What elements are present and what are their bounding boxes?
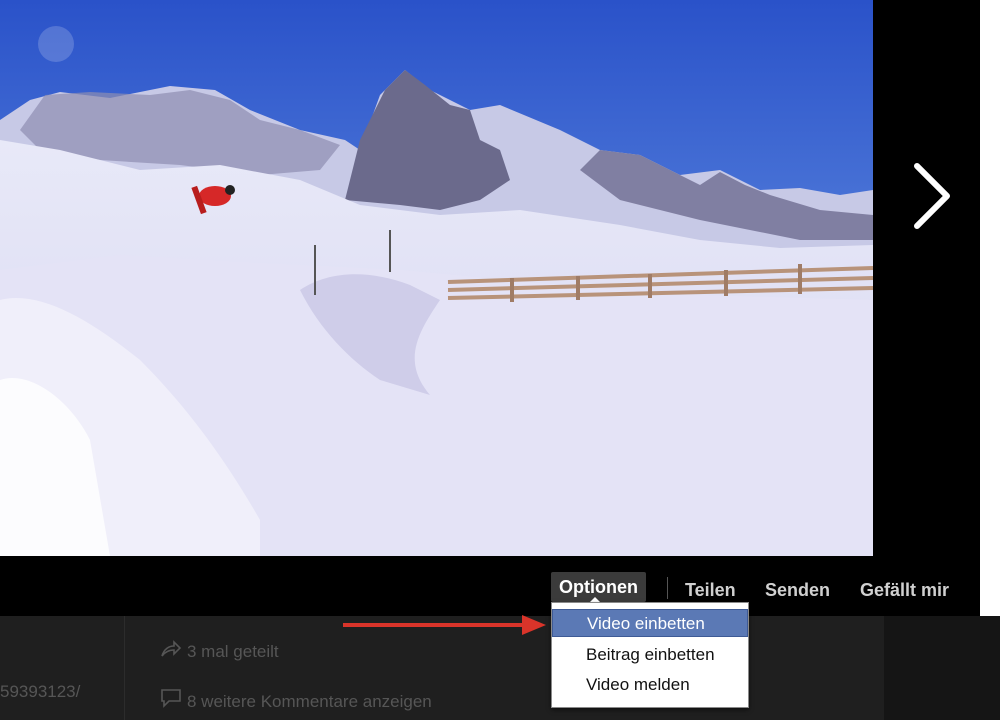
menu-item-embed-video[interactable]: Video einbetten [552, 609, 748, 637]
options-dropdown-menu: Video einbetten Beitrag einbetten Video … [551, 602, 749, 708]
page-edge [980, 0, 1000, 616]
chevron-right-icon[interactable] [905, 160, 957, 232]
menu-item-embed-post[interactable]: Beitrag einbetten [552, 641, 748, 669]
video-player[interactable] [0, 0, 873, 556]
video-frame [0, 0, 873, 556]
comment-bubble-icon [160, 688, 182, 713]
column-divider [124, 616, 125, 720]
share-arrow-icon [160, 640, 182, 665]
link-fragment[interactable]: 59393123/ [0, 682, 80, 702]
like-button[interactable]: Gefällt mir [860, 578, 949, 602]
share-button[interactable]: Teilen [685, 578, 736, 602]
menu-item-report-video[interactable]: Video melden [552, 671, 748, 699]
right-column [884, 616, 1000, 720]
more-comments-link[interactable]: 8 weitere Kommentare anzeigen [187, 692, 432, 712]
annotation-arrow-icon [343, 615, 546, 635]
send-button[interactable]: Senden [765, 578, 830, 602]
shares-count[interactable]: 3 mal geteilt [187, 642, 279, 662]
actions-divider [667, 577, 668, 599]
video-actions-bar [0, 556, 980, 616]
media-side-panel [873, 0, 980, 616]
